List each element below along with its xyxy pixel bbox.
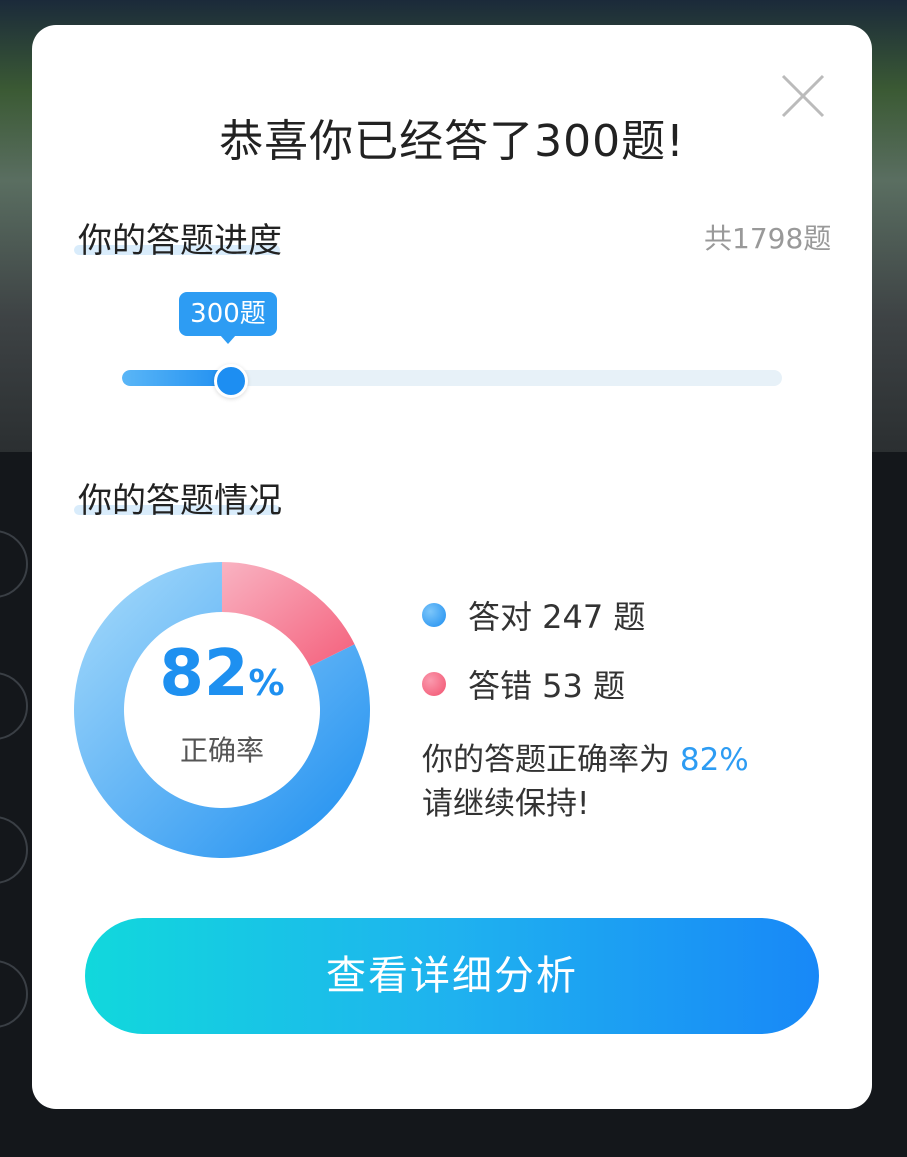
wrong-dot-icon <box>422 672 446 696</box>
summary-prefix: 你的答题正确率为 <box>422 742 680 778</box>
accuracy-unit: % <box>248 663 285 704</box>
summary-line-2: 请继续保持! <box>422 786 590 822</box>
progress-thumb <box>214 364 248 398</box>
total-questions: 共1798题 <box>704 222 832 255</box>
wrong-count-label: 答错 53 题 <box>468 667 626 705</box>
accuracy-summary: 你的答题正确率为 82% 请继续保持! <box>422 738 749 826</box>
progress-tooltip: 300题 <box>179 292 277 336</box>
accuracy-number: 82 <box>159 637 249 711</box>
summary-accuracy: 82% <box>679 742 749 778</box>
legend-correct: 答对 247 题 <box>422 592 645 638</box>
accuracy-label: 正确率 <box>179 734 264 767</box>
correct-count-label: 答对 247 题 <box>468 598 646 636</box>
correct-dot-icon <box>422 603 446 627</box>
stats-heading: 你的答题情况 <box>78 481 282 521</box>
progress-heading: 你的答题进度 <box>78 221 282 261</box>
summary-line-1: 你的答题正确率为 82% <box>422 738 749 782</box>
view-detail-button[interactable]: 查看详细分析 <box>85 918 819 1034</box>
accuracy-value: 82% <box>74 642 370 706</box>
modal-title: 恭喜你已经答了300题! <box>219 116 685 167</box>
tooltip-arrow <box>220 335 236 344</box>
legend-wrong: 答错 53 题 <box>422 661 625 707</box>
result-modal: 恭喜你已经答了300题! 你的答题进度 共1798题 300题 你的答题情况 8… <box>32 25 872 1109</box>
